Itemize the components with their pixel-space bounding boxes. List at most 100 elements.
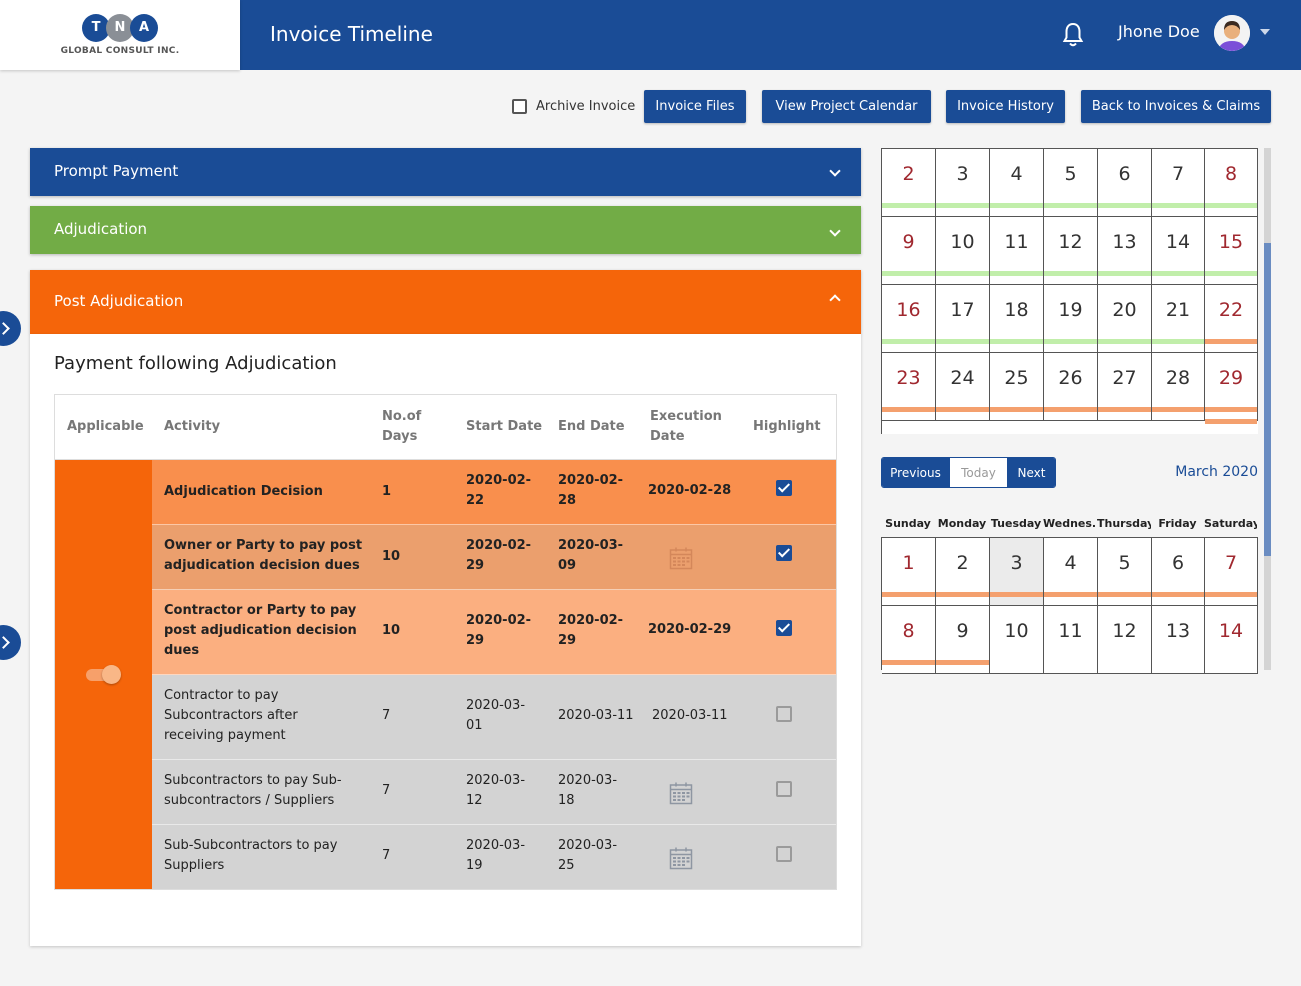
calendar-day-cell[interactable]: 9 [936,606,990,674]
calendar-event-bar[interactable] [990,407,1043,412]
view-project-calendar-button[interactable]: View Project Calendar [762,90,931,123]
calendar-event-bar[interactable] [1044,592,1097,597]
calendar-day-cell[interactable]: 10 [990,606,1044,674]
calendar-event-bar[interactable] [882,407,935,412]
calendar-day-cell[interactable]: 8 [882,606,936,674]
previous-button[interactable]: Previous [882,458,949,487]
calendar-event-bar[interactable] [1044,339,1097,344]
calendar-day-cell[interactable]: 13 [1152,606,1205,674]
calendar-event-bar[interactable] [882,203,935,208]
calendar-day-cell[interactable]: 11 [1044,606,1098,674]
calendar-event-bar[interactable] [936,592,989,597]
calendar-event-bar[interactable] [1044,407,1097,412]
calendar-day-cell[interactable]: 29 [1205,353,1258,424]
table-row[interactable]: Sub-Subcontractors to pay Suppliers 7 20… [152,825,836,889]
calendar-day-cell[interactable]: 2 [936,538,990,606]
calendar-day-cell[interactable]: 5 [1044,149,1098,217]
calendar-day-cell[interactable]: 20 [1098,285,1152,353]
execution-date-cell[interactable]: 2020-02-29 [648,620,731,640]
calendar-icon[interactable] [669,546,693,570]
calendar-event-bar[interactable] [882,660,935,665]
calendar-event-bar[interactable] [990,203,1043,208]
calendar-day-cell[interactable]: 14 [1152,217,1205,285]
calendar-day-cell[interactable]: 28 [1152,353,1205,421]
calendar-day-cell[interactable]: 19 [1044,285,1098,353]
highlight-checkbox[interactable] [776,620,792,636]
user-menu-caret-icon[interactable] [1260,29,1270,35]
table-row[interactable]: Contractor to pay Subcontractors after r… [152,675,836,760]
calendar-event-bar[interactable] [882,592,935,597]
table-row[interactable]: Subcontractors to pay Sub- subcontractor… [152,760,836,825]
calendar-event-bar[interactable] [1152,203,1204,208]
highlight-checkbox[interactable] [776,480,792,496]
calendar-day-cell[interactable]: 7 [1152,149,1205,217]
calendar-day-cell[interactable]: 18 [990,285,1044,353]
calendar-event-bar[interactable] [1044,271,1097,276]
calendar-event-bar[interactable] [1098,592,1151,597]
calendar-event-bar[interactable] [1098,407,1151,412]
calendar-day-cell[interactable]: 3 [990,538,1044,606]
calendar-event-bar[interactable] [936,407,989,412]
calendar-day-cell[interactable]: 17 [936,285,990,353]
applicable-toggle[interactable] [86,664,122,684]
highlight-checkbox[interactable] [776,781,792,797]
calendar-day-cell[interactable]: 26 [1044,353,1098,421]
calendar-day-cell[interactable]: 8 [1205,149,1258,217]
sidebar-expand-button[interactable] [0,625,21,660]
calendar-event-bar[interactable] [882,339,935,344]
calendar-day-cell[interactable]: 2 [882,149,936,217]
calendar-day-cell[interactable]: 24 [936,353,990,421]
calendar-event-bar[interactable] [990,339,1043,344]
calendar-event-bar[interactable] [1205,203,1257,208]
calendar-day-cell[interactable]: 9 [882,217,936,285]
calendar-day-cell[interactable]: 16 [882,285,936,353]
calendar-day-cell[interactable]: 15 [1205,217,1258,285]
calendar-day-cell[interactable]: 6 [1098,149,1152,217]
highlight-checkbox[interactable] [776,706,792,722]
calendar-day-cell[interactable]: 7 [1205,538,1258,606]
calendar-day-cell[interactable]: 4 [990,149,1044,217]
back-to-invoices-button[interactable]: Back to Invoices & Claims [1081,90,1271,123]
execution-date-cell[interactable]: 2020-03-11 [652,706,728,726]
calendar-event-bar[interactable] [936,660,989,665]
calendar-event-bar[interactable] [1205,592,1257,597]
next-button[interactable]: Next [1008,458,1055,487]
archive-invoice-checkbox[interactable]: Archive Invoice [512,99,635,114]
calendar-event-bar[interactable] [936,271,989,276]
calendar-day-cell[interactable]: 27 [1098,353,1152,421]
highlight-checkbox[interactable] [776,846,792,862]
execution-date-cell[interactable]: 2020-02-28 [648,481,731,501]
calendar-event-bar[interactable] [1205,271,1257,276]
calendar-event-bar[interactable] [1098,339,1151,344]
calendar-day-cell[interactable]: 5 [1098,538,1152,606]
table-row[interactable]: Contractor or Party to pay post adjudica… [152,590,836,675]
calendar-event-bar[interactable] [1152,271,1204,276]
calendar-day-cell[interactable]: 13 [1098,217,1152,285]
calendar-scrollbar-thumb[interactable] [1264,243,1271,556]
calendar-day-cell[interactable]: 3 [936,149,990,217]
calendar-event-bar[interactable] [990,592,1043,597]
calendar-day-cell[interactable]: 4 [1044,538,1098,606]
calendar-day-cell[interactable]: 10 [936,217,990,285]
calendar-event-bar[interactable] [936,203,989,208]
logo[interactable]: T N A GLOBAL CONSULT INC. [0,0,240,70]
accordion-post-adjudication[interactable]: Post Adjudication [30,270,861,334]
avatar[interactable] [1214,15,1250,51]
highlight-checkbox[interactable] [776,545,792,561]
calendar-icon[interactable] [669,781,693,805]
invoice-files-button[interactable]: Invoice Files [644,90,746,123]
sidebar-expand-button[interactable] [0,311,21,346]
calendar-event-bar[interactable] [990,271,1043,276]
calendar-event-bar[interactable] [1152,592,1204,597]
accordion-adjudication[interactable]: Adjudication [30,206,861,254]
calendar-icon[interactable] [669,846,693,870]
accordion-prompt-payment[interactable]: Prompt Payment [30,148,861,196]
calendar-event-bar[interactable] [1205,407,1257,412]
table-row[interactable]: Owner or Party to pay post adjudication … [152,525,836,590]
calendar-event-bar[interactable] [1205,419,1257,424]
today-button[interactable]: Today [949,458,1008,487]
calendar-day-cell[interactable]: 14 [1205,606,1258,674]
user-name[interactable]: Jhone Doe [1118,22,1200,41]
calendar-day-cell[interactable]: 22 [1205,285,1258,353]
calendar-event-bar[interactable] [1152,407,1204,412]
